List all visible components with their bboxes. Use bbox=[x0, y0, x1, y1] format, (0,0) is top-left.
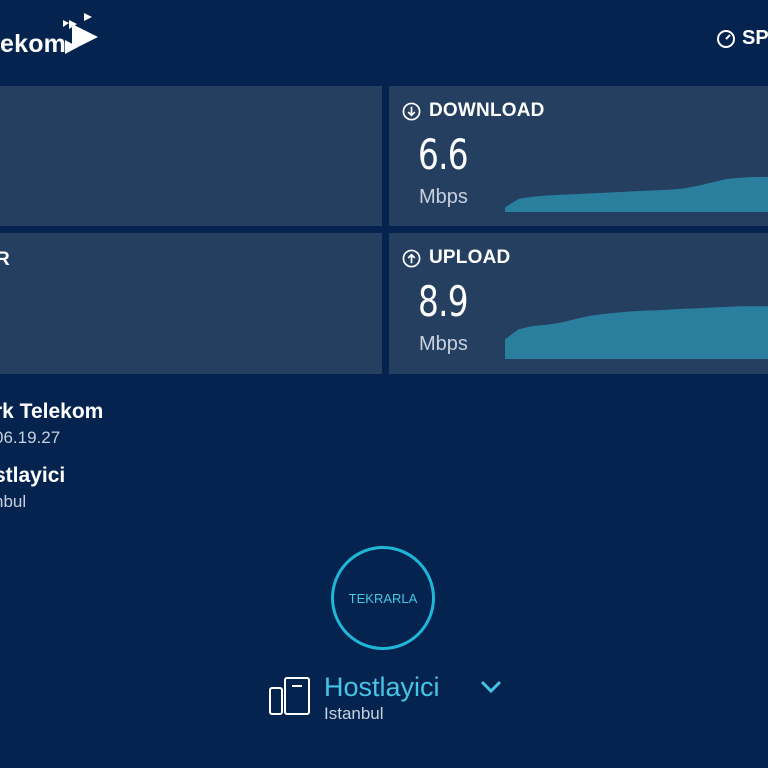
host-name: stlayici bbox=[0, 464, 66, 487]
server-icon bbox=[269, 677, 310, 715]
upload-value: 8.9 bbox=[418, 277, 469, 326]
download-panel: DOWNLOAD 6.6 Mbps bbox=[389, 86, 768, 226]
upload-unit: Mbps bbox=[419, 333, 468, 355]
download-graph-area bbox=[505, 177, 768, 212]
download-title: DOWNLOAD bbox=[402, 100, 545, 122]
isp-info: rk Telekom 06.19.27 bbox=[0, 400, 103, 448]
upload-graph bbox=[505, 306, 768, 359]
host-info: stlayici nbul bbox=[0, 464, 65, 512]
arrow-up-circle-icon bbox=[402, 249, 421, 267]
download-unit: Mbps bbox=[419, 186, 468, 208]
upload-title-label: UPLOAD bbox=[429, 247, 511, 268]
upload-panel: UPLOAD 8.9 Mbps bbox=[389, 233, 768, 374]
isp-ip: 06.19.27 bbox=[0, 428, 61, 447]
chevron-down-icon[interactable] bbox=[478, 676, 504, 696]
again-button[interactable]: TEKRARLA bbox=[331, 546, 435, 650]
isp-name: rk Telekom bbox=[0, 400, 104, 423]
gauge-icon bbox=[717, 29, 735, 48]
server-city: Istanbul bbox=[324, 704, 384, 723]
upload-graph-area bbox=[505, 306, 768, 359]
host-city: nbul bbox=[0, 492, 27, 511]
left-result-panel-bottom: R bbox=[0, 233, 382, 374]
logo-icon bbox=[63, 13, 98, 54]
speedtest-link-label: SP bbox=[742, 27, 768, 49]
speedtest-link[interactable]: SP bbox=[716, 27, 768, 50]
header: ekom SP bbox=[0, 0, 768, 84]
download-value: 6.6 bbox=[418, 130, 469, 179]
left-panel-label: R bbox=[0, 249, 10, 270]
left-result-panel-top bbox=[0, 86, 382, 226]
download-graph bbox=[505, 177, 768, 212]
server-selector[interactable]: Hostlayici Istanbul bbox=[268, 670, 508, 730]
arrow-down-circle-icon bbox=[402, 102, 421, 120]
upload-title: UPLOAD bbox=[402, 247, 510, 269]
server-name[interactable]: Hostlayici bbox=[324, 672, 440, 703]
download-title-label: DOWNLOAD bbox=[429, 100, 545, 121]
